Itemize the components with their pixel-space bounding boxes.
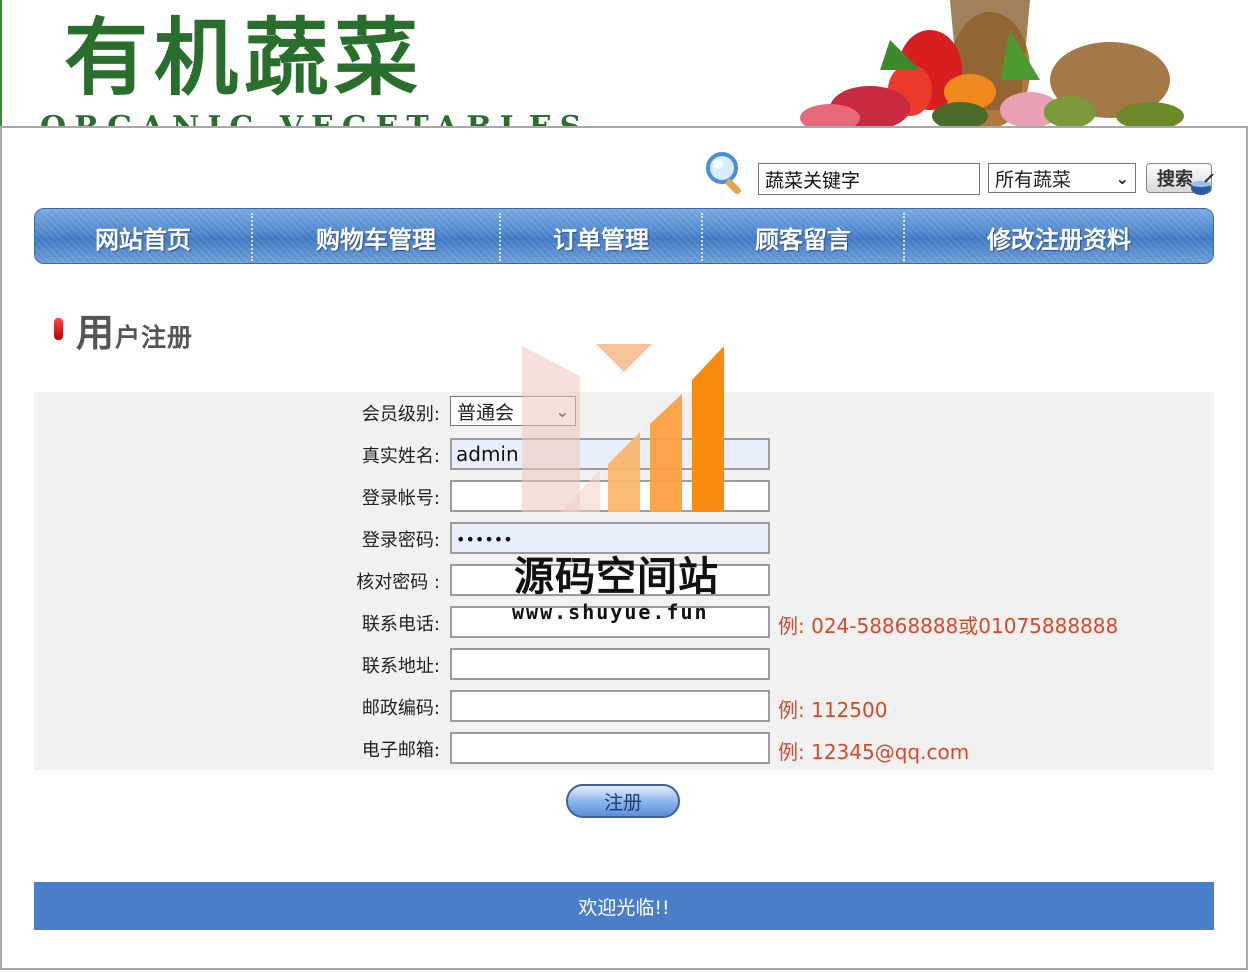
address-input[interactable] (450, 648, 770, 680)
email-label: 电子邮箱: (361, 740, 440, 761)
address-label: 联系地址: (361, 656, 440, 677)
postcode-hint: 例: 112500 (778, 698, 888, 722)
nav-item-home[interactable]: 网站首页 (35, 209, 251, 263)
magnifier-icon (706, 152, 741, 195)
postcode-label: 邮政编码: (361, 698, 440, 719)
search-category-value: 所有蔬菜 (995, 168, 1072, 191)
phone-hint: 例: 024-58868888或01075888888 (778, 614, 1119, 638)
search-keyword-input[interactable]: 蔬菜关键字 (758, 163, 980, 195)
member-level-label: 会员级别: (361, 404, 440, 425)
member-level-select[interactable]: 普通会 ⌄ (450, 396, 576, 426)
login-account-input[interactable] (450, 480, 770, 512)
watermark-url: www.shuyue.fun (512, 600, 709, 624)
section-marker-icon (54, 318, 63, 340)
header-banner: 有机蔬菜 ORGANIC VEGETABLES (0, 0, 1248, 128)
nav-item-edit-profile[interactable]: 修改注册资料 (905, 209, 1213, 263)
real-name-label: 真实姓名: (361, 446, 440, 467)
real-name-input[interactable]: admin (450, 438, 770, 470)
login-account-label: 登录帐号: (361, 488, 440, 509)
search-bar: 蔬菜关键字 所有蔬菜 ⌄ 搜索 (702, 150, 1218, 204)
nav-item-guestbook[interactable]: 顾客留言 (703, 209, 903, 263)
search-category-select[interactable]: 所有蔬菜 ⌄ (988, 163, 1136, 193)
confirm-password-label: 核对密码 : (356, 572, 440, 593)
search-button-label: 搜索 (1157, 169, 1193, 190)
email-input[interactable] (450, 732, 770, 764)
register-button[interactable]: 注册 (566, 784, 680, 818)
vegetables-image (800, 0, 1184, 128)
email-hint: 例: 12345@qq.com (778, 740, 970, 764)
main-nav: 网站首页 购物车管理 订单管理 顾客留言 修改注册资料 (34, 208, 1214, 264)
login-password-label: 登录密码: (361, 530, 440, 551)
footer-bar: 欢迎光临!! (34, 882, 1214, 930)
phone-label: 联系电话: (361, 614, 440, 635)
page-title: 用户注册 (76, 302, 193, 357)
chevron-down-icon: ⌄ (555, 401, 569, 421)
banner-left-rule (0, 0, 2, 128)
pot-icon (1191, 174, 1214, 195)
postcode-input[interactable] (450, 690, 770, 722)
search-button[interactable]: 搜索 (1146, 163, 1214, 195)
footer-text: 欢迎光临!! (578, 896, 670, 919)
member-level-value: 普通会 (457, 401, 515, 424)
page-title-rest: 户注册 (115, 323, 194, 352)
nav-item-cart[interactable]: 购物车管理 (253, 209, 499, 263)
nav-item-orders[interactable]: 订单管理 (501, 209, 701, 263)
page-title-first-char: 用 (76, 311, 116, 355)
chevron-down-icon: ⌄ (1115, 168, 1129, 188)
site-logo-text: 有机蔬菜 (64, 9, 425, 107)
watermark-name: 源码空间站 (514, 554, 719, 600)
